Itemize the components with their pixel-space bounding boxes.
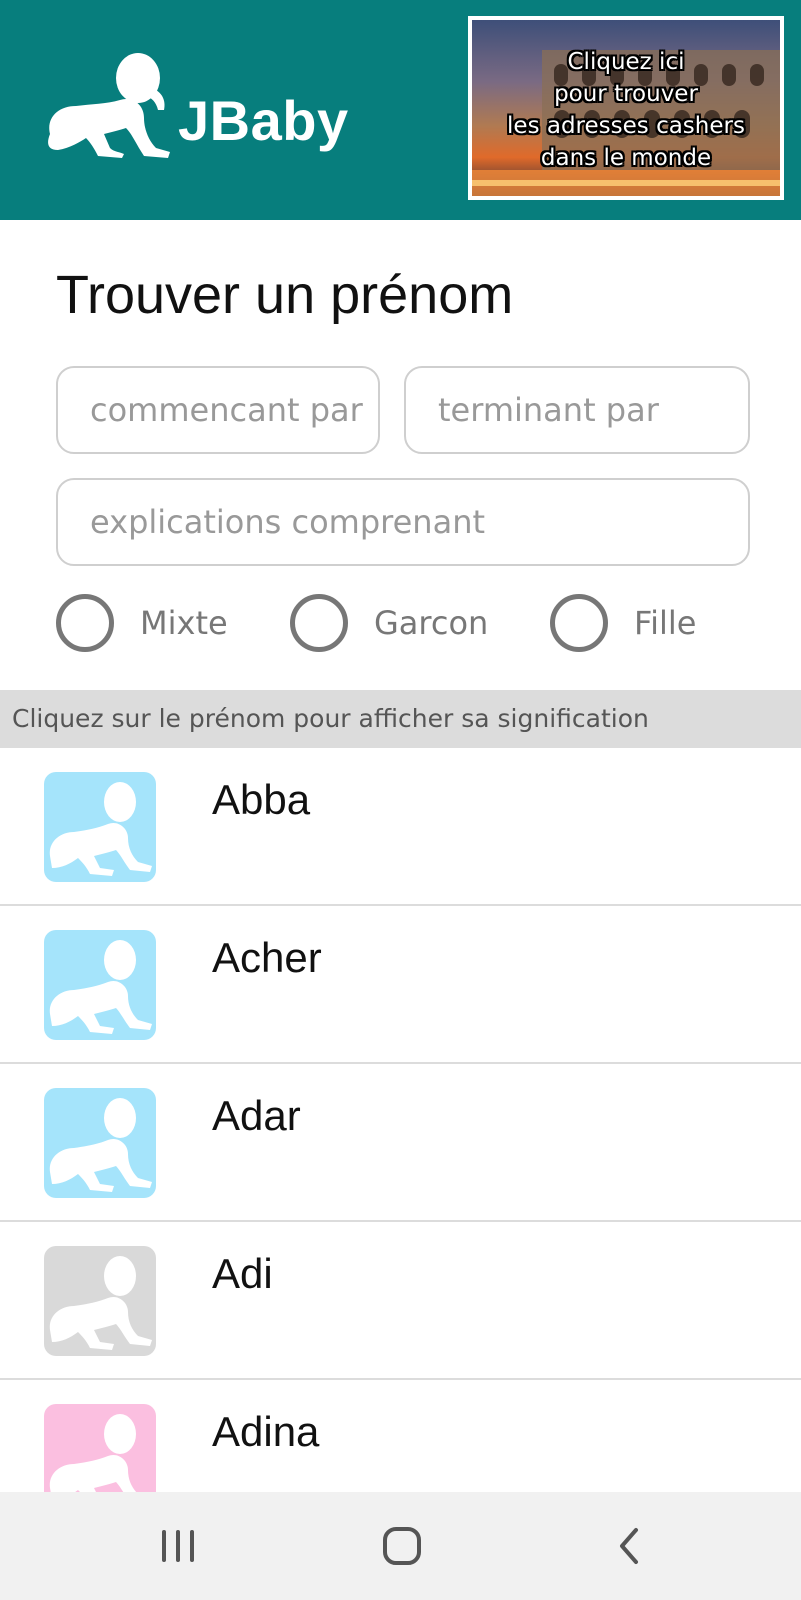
names-list[interactable]: Abba Acher Adar Adi Adina (0, 748, 801, 1492)
baby-avatar-icon (44, 1246, 156, 1356)
radio-circle-icon[interactable] (56, 594, 114, 652)
kosher-addresses-ad-banner[interactable]: Cliquez ici pour trouver les adresses ca… (468, 16, 784, 200)
radio-label-mixte: Mixte (140, 604, 228, 642)
radio-circle-icon[interactable] (550, 594, 608, 652)
starts-with-input[interactable]: commencant par (56, 366, 380, 454)
baby-avatar-icon (44, 772, 156, 882)
ad-text[interactable]: Cliquez ici pour trouver les adresses ca… (472, 46, 780, 174)
explanation-contains-input[interactable]: explications comprenant (56, 478, 750, 566)
recent-apps-icon[interactable] (148, 1520, 208, 1572)
name-label[interactable]: Adar (212, 1092, 301, 1140)
system-navigation-bar (0, 1492, 801, 1600)
ends-with-input[interactable]: terminant par (404, 366, 750, 454)
name-label[interactable]: Abba (212, 776, 310, 824)
ad-line-4: dans le monde (540, 145, 712, 171)
starts-with-placeholder: commencant par (90, 391, 363, 429)
gender-radio-garcon[interactable]: Garcon (290, 590, 488, 656)
gender-radio-mixte[interactable]: Mixte (56, 590, 228, 656)
name-label[interactable]: Adi (212, 1250, 273, 1298)
baby-avatar-icon (44, 1404, 156, 1492)
radio-label-fille: Fille (634, 604, 697, 642)
app-header: JBaby Cliquez ici pour trouver les adres… (0, 0, 801, 220)
page-title: Trouver un prénom (56, 265, 514, 325)
crawling-baby-logo-icon (48, 53, 170, 158)
home-icon[interactable] (372, 1520, 432, 1572)
ad-line-3: les adresses cashers (507, 113, 745, 139)
ends-with-placeholder: terminant par (438, 391, 659, 429)
radio-label-garcon: Garcon (374, 604, 489, 642)
name-label[interactable]: Acher (212, 934, 322, 982)
app-brand: JBaby (178, 89, 349, 152)
name-label[interactable]: Adina (212, 1408, 319, 1456)
baby-avatar-icon (44, 930, 156, 1040)
baby-avatar-icon (44, 1088, 156, 1198)
ad-line-2: pour trouver (554, 81, 698, 107)
list-item-acher[interactable]: Acher (0, 906, 801, 1064)
list-item-adina[interactable]: Adina (0, 1380, 801, 1492)
back-icon[interactable] (600, 1520, 660, 1572)
gender-radio-fille[interactable]: Fille (550, 590, 696, 656)
radio-circle-icon[interactable] (290, 594, 348, 652)
list-item-adar[interactable]: Adar (0, 1064, 801, 1222)
explanation-placeholder: explications comprenant (90, 503, 486, 541)
instruction-bar: Cliquez sur le prénom pour afficher sa s… (0, 690, 801, 748)
list-item-adi[interactable]: Adi (0, 1222, 801, 1380)
ad-line-1: Cliquez ici (567, 49, 685, 75)
list-item-abba[interactable]: Abba (0, 748, 801, 906)
